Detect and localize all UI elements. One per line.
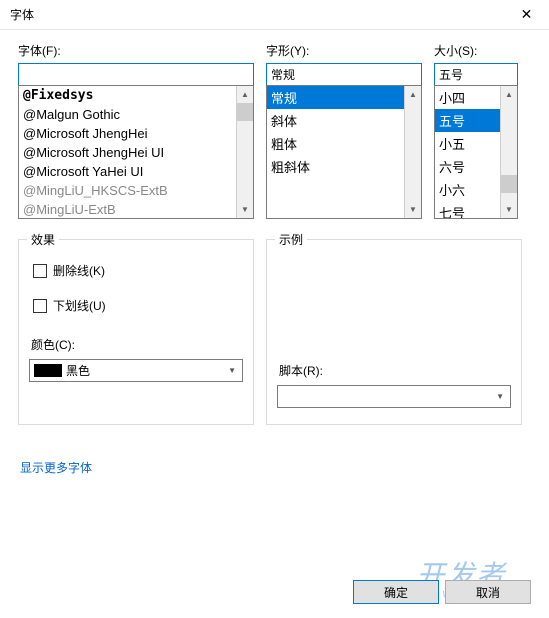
cancel-button[interactable]: 取消 bbox=[445, 580, 531, 604]
effects-group: 效果 删除线(K) 下划线(U) 颜色(C): 黑色 ▼ bbox=[18, 239, 254, 425]
sample-title: 示例 bbox=[275, 231, 307, 248]
underline-checkbox[interactable]: 下划线(U) bbox=[33, 297, 243, 314]
color-label: 颜色(C): bbox=[31, 336, 243, 353]
chevron-down-icon: ▼ bbox=[224, 366, 240, 375]
list-item[interactable]: 小五 bbox=[435, 132, 500, 155]
scroll-up-icon[interactable]: ▲ bbox=[501, 86, 517, 103]
font-scrollbar[interactable]: ▲ ▼ bbox=[236, 86, 253, 218]
effects-title: 效果 bbox=[27, 231, 59, 248]
list-item[interactable]: @Microsoft JhengHei bbox=[19, 124, 236, 143]
checkbox-icon bbox=[33, 264, 47, 278]
list-item[interactable]: 六号 bbox=[435, 155, 500, 178]
button-bar: 确定 取消 bbox=[353, 580, 531, 604]
underline-label: 下划线(U) bbox=[53, 297, 106, 314]
scroll-down-icon[interactable]: ▼ bbox=[237, 201, 253, 218]
script-label: 脚本(R): bbox=[279, 362, 511, 379]
list-item[interactable]: 小六 bbox=[435, 178, 500, 201]
list-item[interactable]: @Microsoft JhengHei UI bbox=[19, 143, 236, 162]
style-scrollbar[interactable]: ▲ ▼ bbox=[404, 86, 421, 218]
sample-group: 示例 脚本(R): ▼ bbox=[266, 239, 522, 425]
scroll-down-icon[interactable]: ▼ bbox=[501, 201, 517, 218]
font-list[interactable]: @Fixedsys@Malgun Gothic@Microsoft JhengH… bbox=[19, 86, 236, 218]
title-bar: 字体 ✕ bbox=[0, 0, 549, 30]
dialog-content: 字体(F): @Fixedsys@Malgun Gothic@Microsoft… bbox=[0, 30, 549, 476]
scroll-up-icon[interactable]: ▲ bbox=[237, 86, 253, 103]
font-input[interactable] bbox=[18, 63, 254, 86]
scroll-down-icon[interactable]: ▼ bbox=[405, 201, 421, 218]
size-scrollbar[interactable]: ▲ ▼ bbox=[500, 86, 517, 218]
list-item[interactable]: 粗斜体 bbox=[267, 155, 404, 178]
ok-button[interactable]: 确定 bbox=[353, 580, 439, 604]
list-item[interactable]: @Malgun Gothic bbox=[19, 105, 236, 124]
list-item[interactable]: 七号 bbox=[435, 201, 500, 218]
strikeout-label: 删除线(K) bbox=[53, 262, 105, 279]
font-label: 字体(F): bbox=[18, 42, 254, 59]
scroll-thumb[interactable] bbox=[501, 175, 517, 193]
list-item[interactable]: @MingLiU_HKSCS-ExtB bbox=[19, 181, 236, 200]
size-input[interactable] bbox=[434, 63, 518, 86]
color-combo[interactable]: 黑色 ▼ bbox=[29, 359, 243, 382]
size-list[interactable]: 小四五号小五六号小六七号八号 bbox=[435, 86, 500, 218]
scroll-thumb[interactable] bbox=[237, 103, 253, 121]
list-item[interactable]: 小四 bbox=[435, 86, 500, 109]
list-item[interactable]: @Microsoft YaHei UI bbox=[19, 162, 236, 181]
scroll-up-icon[interactable]: ▲ bbox=[405, 86, 421, 103]
more-fonts-link[interactable]: 显示更多字体 bbox=[20, 459, 92, 476]
list-item[interactable]: 斜体 bbox=[267, 109, 404, 132]
color-swatch bbox=[34, 364, 62, 377]
chevron-down-icon: ▼ bbox=[492, 392, 508, 401]
list-item[interactable]: @Fixedsys bbox=[19, 86, 236, 105]
list-item[interactable]: @MingLiU-ExtB bbox=[19, 200, 236, 218]
strikeout-checkbox[interactable]: 删除线(K) bbox=[33, 262, 243, 279]
window-title: 字体 bbox=[10, 6, 34, 23]
checkbox-icon bbox=[33, 299, 47, 313]
style-list[interactable]: 常规斜体粗体粗斜体 bbox=[267, 86, 404, 218]
style-input[interactable] bbox=[266, 63, 422, 86]
list-item[interactable]: 五号 bbox=[435, 109, 500, 132]
close-icon: ✕ bbox=[521, 6, 533, 23]
close-button[interactable]: ✕ bbox=[504, 0, 549, 30]
list-item[interactable]: 粗体 bbox=[267, 132, 404, 155]
script-combo[interactable]: ▼ bbox=[277, 385, 511, 408]
style-label: 字形(Y): bbox=[266, 42, 422, 59]
color-value: 黑色 bbox=[66, 362, 224, 379]
size-label: 大小(S): bbox=[434, 42, 518, 59]
list-item[interactable]: 常规 bbox=[267, 86, 404, 109]
